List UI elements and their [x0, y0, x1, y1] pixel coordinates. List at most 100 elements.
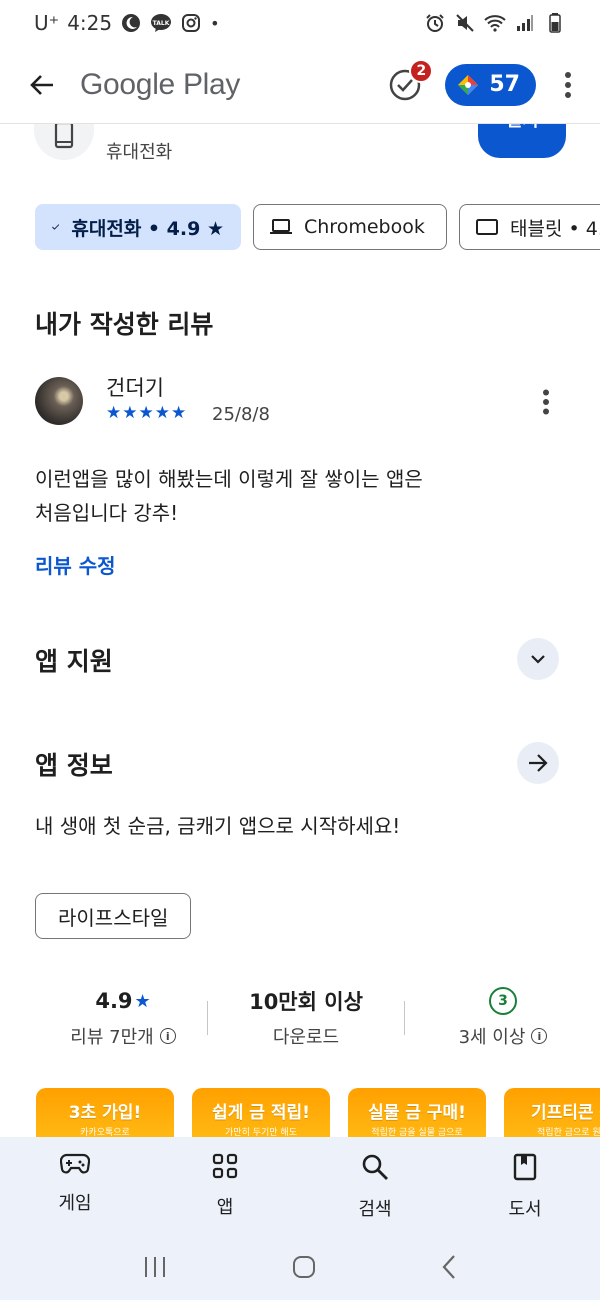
- screenshot-title: 3초 가입!: [68, 1103, 142, 1123]
- play-points-button[interactable]: 57: [445, 63, 536, 106]
- nav-search-label: 검색: [358, 1199, 392, 1220]
- laptop-icon: [270, 219, 292, 234]
- back-button[interactable]: [20, 63, 64, 107]
- notification-dot: •: [210, 13, 220, 33]
- stat-rating-label: 리뷰 7만개: [70, 1027, 154, 1048]
- more-vert-icon: [565, 71, 571, 98]
- stat-rating-label-row: 리뷰 7만개 i: [38, 1023, 208, 1049]
- book-icon: [513, 1153, 537, 1181]
- carrier-label: U⁺: [34, 11, 60, 35]
- nav-games-label: 게임: [58, 1193, 92, 1214]
- info-icon: i: [159, 1028, 176, 1044]
- more-vert-icon: [543, 389, 549, 415]
- app-support-expand-button[interactable]: [517, 638, 559, 680]
- overflow-menu-button[interactable]: [556, 65, 580, 105]
- stat-rating[interactable]: 4.9 ★ 리뷰 7만개 i: [38, 985, 208, 1049]
- app-stats: 4.9 ★ 리뷰 7만개 i 10만회 이상 다운로드 3 3세 이상 i: [0, 985, 600, 1055]
- arrow-forward-icon: [529, 754, 548, 772]
- stat-age-value-row: 3: [418, 985, 588, 1017]
- review-text: 이런앱을 많이 해봤는데 이렇게 잘 쌓이는 앱은 처음입니다 강추!: [35, 462, 555, 530]
- apps-grid-icon: [212, 1153, 238, 1179]
- screenshot-4[interactable]: 기프티콘 구 적립한 금으로 원하: [504, 1088, 600, 1140]
- check-icon: [52, 224, 60, 230]
- home-button[interactable]: [292, 1255, 316, 1283]
- status-right: [424, 12, 566, 34]
- nav-books-label: 도서: [508, 1199, 542, 1220]
- play-points-icon: [458, 74, 479, 95]
- screenshot-2[interactable]: 쉽게 금 적립! 가만히 두기만 해도: [192, 1088, 330, 1140]
- star-icon: ★: [134, 990, 151, 1012]
- tasks-badge: 2: [409, 58, 434, 83]
- chip-chromebook[interactable]: Chromebook: [253, 204, 447, 250]
- home-icon: [292, 1255, 315, 1278]
- recents-icon: [144, 1256, 165, 1277]
- install-button[interactable]: 설치: [478, 124, 566, 158]
- app-header-sliver: 휴대전화 설치: [0, 124, 600, 184]
- app-info-arrow-button[interactable]: [517, 742, 559, 784]
- chip-chromebook-label: Chromebook: [304, 216, 425, 238]
- review-date: 25/8/8: [212, 404, 270, 425]
- stat-age-label: 3세 이상: [458, 1027, 526, 1048]
- gamepad-icon: [60, 1153, 90, 1174]
- stat-downloads: 10만회 이상 다운로드: [221, 985, 391, 1049]
- stat-rating-value-row: 4.9 ★: [38, 985, 208, 1017]
- reviewer-avatar: [35, 377, 83, 425]
- tablet-icon: [476, 219, 498, 235]
- signal-icon: [514, 12, 536, 34]
- phone-device-icon: [54, 124, 74, 149]
- edit-review-link[interactable]: 리뷰 수정: [35, 550, 116, 579]
- app-support-title[interactable]: 앱 지원: [35, 642, 113, 678]
- install-label: 설치: [505, 124, 538, 132]
- nav-apps[interactable]: 앱: [150, 1137, 300, 1237]
- nav-apps-label: 앱: [216, 1197, 234, 1218]
- kakao-talk-text: TALK: [153, 20, 170, 27]
- stat-age[interactable]: 3 3세 이상 i: [418, 985, 588, 1049]
- app-bar-actions: 2 57: [385, 58, 580, 106]
- instagram-icon: [180, 12, 202, 34]
- stat-age-label-row: 3세 이상 i: [418, 1023, 588, 1049]
- my-review-title: 내가 작성한 리뷰: [35, 310, 214, 339]
- status-bar: U⁺ 4:25 TALK •: [0, 0, 600, 46]
- app-description: 내 생애 첫 순금, 금캐기 앱으로 시작하세요!: [35, 814, 401, 838]
- review-text-line1: 이런앱을 많이 해봤는데 이렇게 잘 쌓이는 앱은: [35, 467, 423, 491]
- review-stars: ★★★★★: [106, 403, 188, 423]
- chip-phone-label: 휴대전화 • 4.9 ★: [71, 217, 224, 240]
- stat-rating-value: 4.9: [95, 989, 133, 1013]
- system-navigation-bar: [0, 1237, 600, 1300]
- arrow-back-icon: [30, 74, 53, 95]
- chevron-down-icon: [531, 655, 545, 664]
- google-play-logo[interactable]: Google Play: [80, 68, 240, 102]
- recents-button[interactable]: [143, 1256, 167, 1282]
- review-menu-button[interactable]: [534, 386, 558, 418]
- chip-tablet[interactable]: 태블릿 • 4.8: [459, 204, 600, 250]
- info-icon: i: [531, 1028, 548, 1044]
- nav-games[interactable]: 게임: [0, 1137, 150, 1237]
- stat-downloads-value: 10만회 이상: [249, 990, 363, 1014]
- bottom-navigation: 게임 앱 검색 도서: [0, 1137, 600, 1237]
- tasks-button[interactable]: 2: [385, 58, 434, 105]
- screenshot-3[interactable]: 실물 금 구매! 적립한 금을 실물 금으로: [348, 1088, 486, 1140]
- system-back-button[interactable]: [441, 1254, 457, 1284]
- stat-downloads-label: 다운로드: [272, 1027, 340, 1048]
- screenshot-1[interactable]: 3초 가입! 카카오톡으로: [36, 1088, 174, 1140]
- app-bar: Google Play 2 57: [0, 46, 600, 124]
- battery-icon: [544, 12, 566, 34]
- clock: 4:25: [67, 11, 113, 35]
- stat-divider: [207, 1001, 208, 1035]
- chip-phone[interactable]: 휴대전화 • 4.9 ★: [35, 204, 241, 250]
- mute-icon: [454, 12, 476, 34]
- screenshot-title: 쉽게 금 적립!: [212, 1103, 310, 1123]
- category-chip[interactable]: 라이프스타일: [35, 893, 192, 939]
- screenshot-carousel[interactable]: 3초 가입! 카카오톡으로 쉽게 금 적립! 가만히 두기만 해도 실물 금 구…: [36, 1088, 600, 1140]
- kakaotalk-icon: TALK: [150, 12, 172, 34]
- status-left: U⁺ 4:25 TALK •: [34, 11, 220, 35]
- stat-divider: [404, 1001, 405, 1035]
- moon-icon: [120, 12, 142, 34]
- review-text-line2: 처음입니다 강추!: [35, 501, 179, 525]
- nav-books[interactable]: 도서: [450, 1137, 600, 1237]
- nav-search[interactable]: 검색: [300, 1137, 450, 1237]
- alarm-icon: [424, 12, 446, 34]
- wifi-icon: [484, 12, 506, 34]
- search-icon: [362, 1154, 388, 1180]
- app-info-title[interactable]: 앱 정보: [35, 746, 113, 782]
